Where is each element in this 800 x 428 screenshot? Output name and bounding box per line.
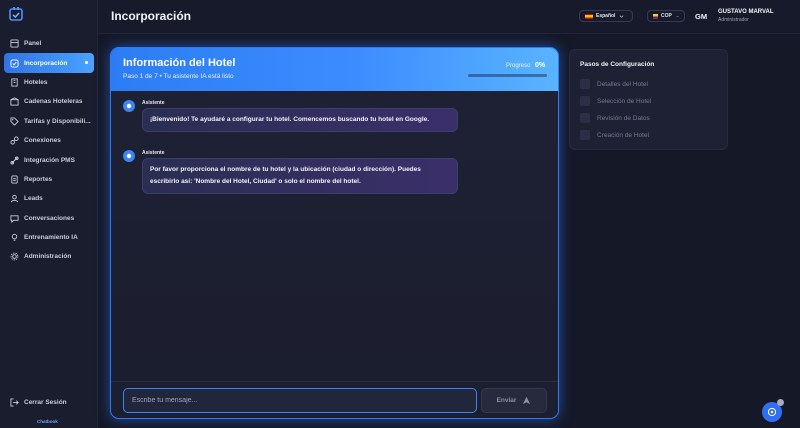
currency-selector[interactable]: COP: [647, 10, 685, 22]
sidebar: Panel Incorporación Hoteles Cadenas Hote…: [0, 0, 98, 428]
sidebar-item-label: Panel: [24, 40, 42, 48]
message-input[interactable]: [123, 388, 477, 413]
hotel-chain-icon: [10, 97, 19, 106]
page-title: Incorporación: [111, 9, 192, 23]
leads-icon: [10, 194, 19, 203]
send-label: Enviar: [496, 397, 517, 404]
card-header: Información del Hotel Paso 1 de 7 • Tu a…: [111, 48, 558, 91]
building-icon: [10, 78, 19, 87]
step-checkbox-icon: [580, 79, 590, 89]
brand-mark: Chatbook: [37, 419, 58, 424]
step-item: Revisión de Datos: [580, 113, 650, 123]
step-checkbox-icon: [580, 130, 590, 140]
currency-value: COP: [661, 13, 672, 19]
help-badge: [777, 399, 784, 406]
progress-bar: [468, 74, 547, 77]
sidebar-item-tarifas[interactable]: Tarifas y Disponibili...: [4, 112, 94, 131]
sidebar-item-entrenamiento-ia[interactable]: Entrenamiento IA: [4, 228, 94, 247]
chat-messages: Asistente ¡Bienvenido! Te ayudaré a conf…: [111, 91, 558, 381]
sidebar-item-reportes[interactable]: Reportes: [4, 170, 94, 189]
chat-icon: [10, 214, 19, 223]
steps-title: Pasos de Configuración: [580, 61, 655, 68]
active-indicator: [85, 61, 88, 65]
message-sender: Asistente: [142, 150, 165, 156]
language-value: Español: [596, 13, 616, 19]
step-item: Creación de Hotel: [580, 130, 649, 140]
step-checkbox-icon: [580, 96, 590, 106]
user-avatar[interactable]: GM: [695, 12, 707, 21]
sidebar-item-integracion-pms[interactable]: Integración PMS: [4, 150, 94, 169]
sidebar-item-label: Conversaciones: [24, 214, 75, 222]
card-subtitle: Paso 1 de 7 • Tu asistente IA está listo: [123, 73, 234, 80]
send-icon: [523, 396, 531, 405]
dashboard-icon: [10, 39, 19, 48]
spain-flag-icon: [585, 13, 593, 19]
user-role: Administrador: [718, 17, 749, 23]
step-item: Detalles del Hotel: [580, 79, 648, 89]
sidebar-item-label: Administración: [24, 253, 72, 261]
sidebar-item-hoteles[interactable]: Hoteles: [4, 73, 94, 92]
colombia-flag-icon: [653, 13, 659, 19]
sidebar-item-label: Reportes: [24, 175, 53, 183]
card-title: Información del Hotel: [123, 57, 236, 69]
step-label: Revisión de Datos: [597, 114, 650, 122]
assistant-avatar-icon: [123, 150, 135, 162]
progress-value: 0%: [535, 62, 546, 69]
sidebar-item-incorporacion[interactable]: Incorporación: [4, 53, 94, 73]
sidebar-nav: Panel Incorporación Hoteles Cadenas Hote…: [4, 34, 94, 267]
setup-steps-panel: Pasos de Configuración Detalles del Hote…: [569, 49, 728, 150]
sidebar-item-conexiones[interactable]: Conexiones: [4, 131, 94, 150]
sidebar-item-cadenas-hoteleras[interactable]: Cadenas Hoteleras: [4, 92, 94, 111]
progress-label: Progreso: [506, 63, 531, 69]
onboarding-icon: [10, 59, 19, 68]
message-bubble: ¡Bienvenido! Te ayudaré a configurar tu …: [142, 108, 458, 132]
logout-label: Cerrar Sesión: [24, 399, 67, 406]
sidebar-item-label: Conexiones: [24, 137, 61, 145]
tag-icon: [10, 117, 19, 126]
sidebar-item-label: Cadenas Hoteleras: [24, 98, 83, 106]
sidebar-item-conversaciones[interactable]: Conversaciones: [4, 209, 94, 228]
chevron-down-icon: [676, 15, 679, 17]
assistant-avatar-icon: [123, 100, 135, 112]
sidebar-item-label: Incorporación: [24, 59, 68, 67]
link-icon: [10, 136, 19, 145]
gear-icon: [10, 252, 19, 261]
step-label: Selección de Hotel: [597, 97, 652, 105]
chevron-down-icon: [620, 14, 624, 18]
message-bubble: Por favor proporciona el nombre de tu ho…: [142, 158, 458, 194]
bulb-icon: [10, 233, 19, 242]
sidebar-item-panel[interactable]: Panel: [4, 34, 94, 53]
sidebar-item-leads[interactable]: Leads: [4, 189, 94, 208]
sidebar-item-label: Integración PMS: [24, 156, 75, 164]
message-sender: Asistente: [142, 100, 165, 106]
send-button[interactable]: Enviar: [481, 388, 547, 413]
onboarding-card: Información del Hotel Paso 1 de 7 • Tu a…: [110, 47, 559, 419]
report-icon: [10, 175, 19, 184]
language-selector[interactable]: Español: [579, 10, 633, 22]
logout-button[interactable]: Cerrar Sesión: [10, 398, 67, 407]
user-name[interactable]: GUSTAVO MARVAL: [718, 9, 774, 15]
message-composer: Enviar: [111, 381, 558, 418]
sidebar-item-administracion[interactable]: Administración: [4, 247, 94, 266]
logout-icon: [10, 398, 19, 407]
step-item: Selección de Hotel: [580, 96, 651, 106]
top-header: Incorporación Español COP GM GUSTAVO MAR…: [98, 0, 800, 34]
step-label: Creación de Hotel: [597, 131, 650, 139]
step-label: Detalles del Hotel: [597, 80, 648, 88]
sidebar-item-label: Tarifas y Disponibili...: [24, 117, 91, 125]
sidebar-item-label: Hoteles: [24, 78, 48, 86]
integration-icon: [10, 155, 19, 165]
help-icon: [767, 407, 777, 417]
sidebar-item-label: Leads: [24, 195, 43, 203]
app-logo-icon[interactable]: [8, 6, 24, 22]
sidebar-item-label: Entrenamiento IA: [24, 234, 78, 242]
step-checkbox-icon: [580, 113, 590, 123]
